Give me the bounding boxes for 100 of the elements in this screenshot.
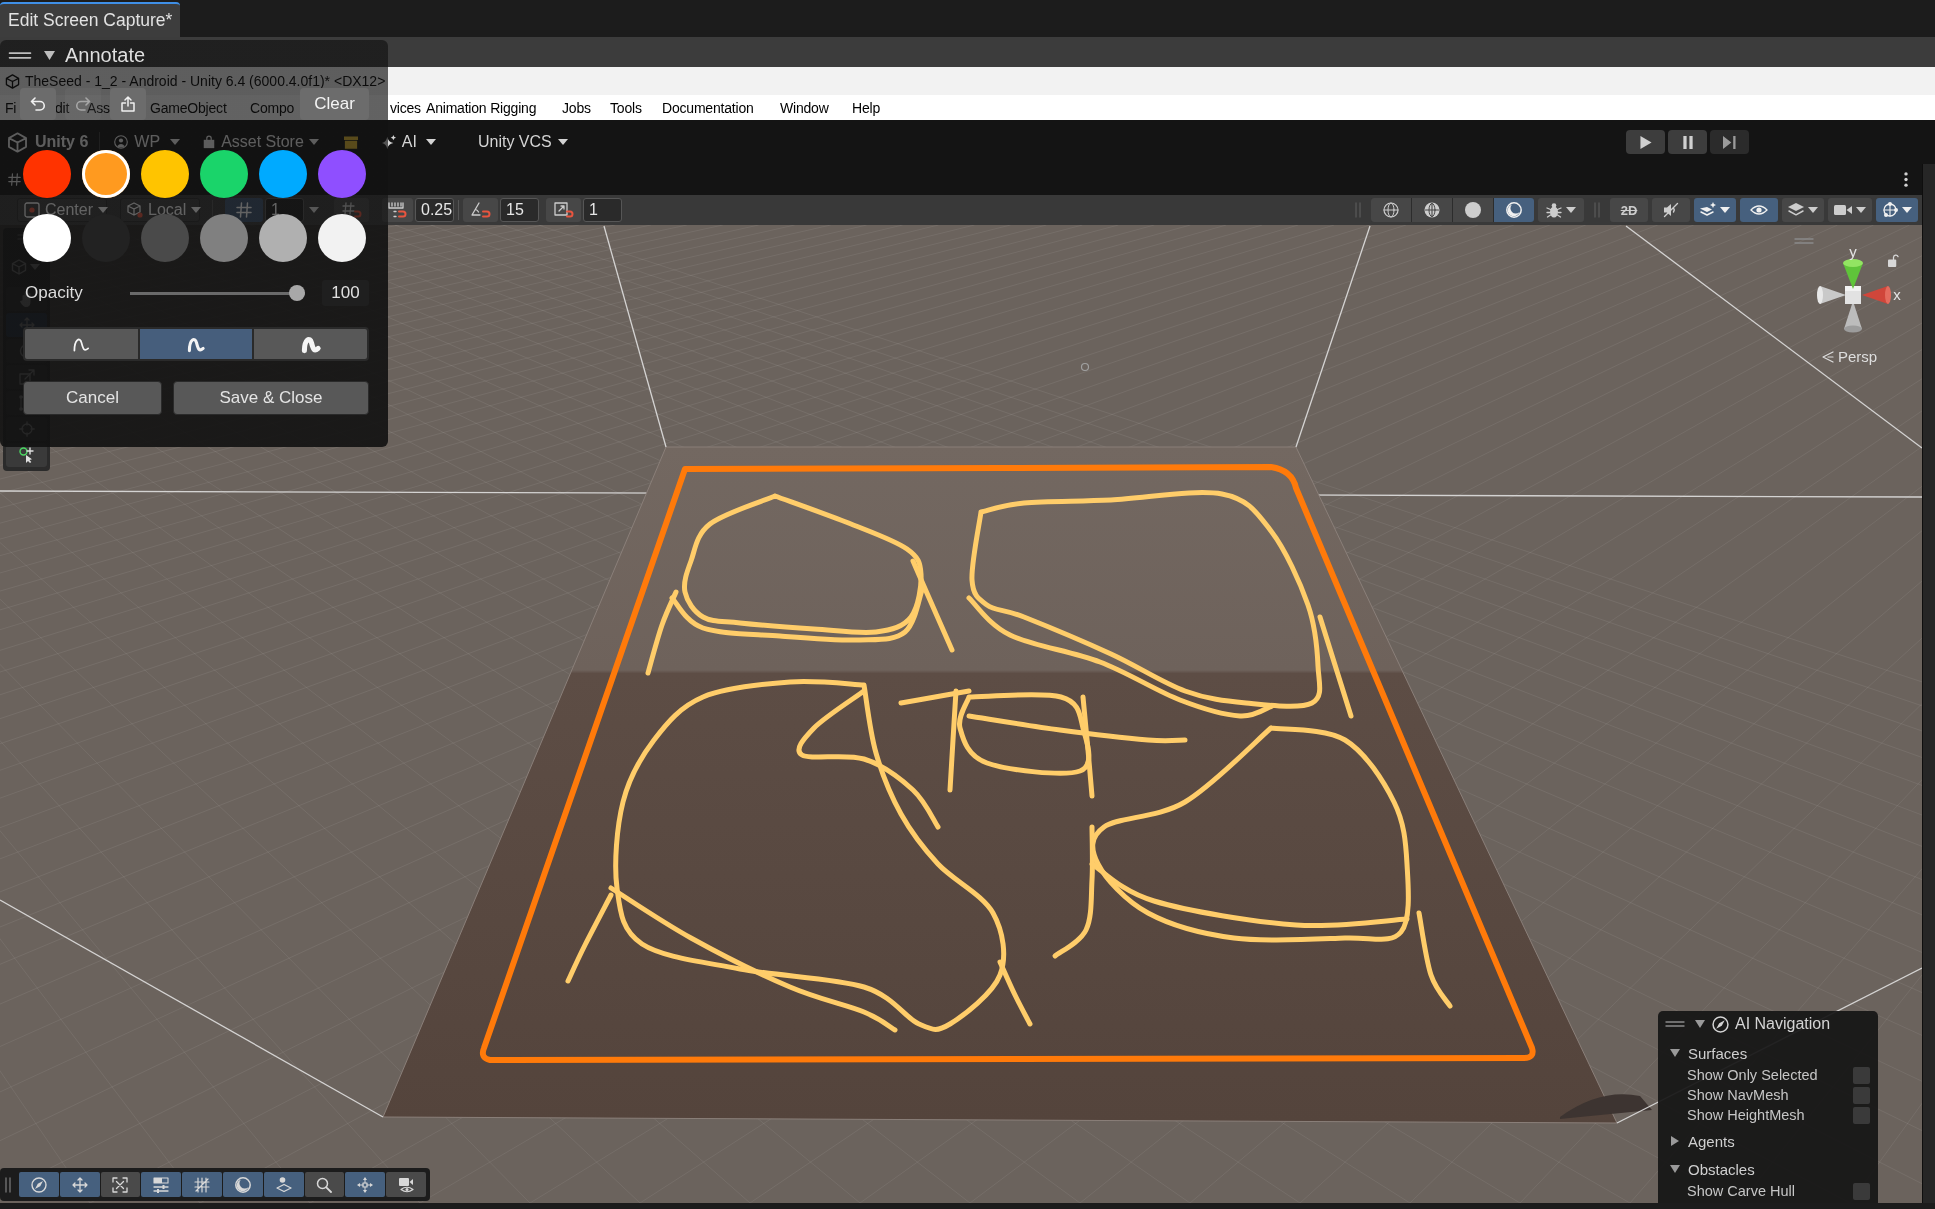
color-swatch-icon[interactable] [141, 150, 189, 198]
pause-button[interactable] [1668, 130, 1707, 154]
opacity-value-field[interactable]: 100 [322, 280, 369, 306]
search-icon [316, 1176, 333, 1193]
move-overlay-button[interactable] [59, 1172, 100, 1197]
mode-2d-toggle[interactable]: 2D [1610, 198, 1648, 222]
menu-item[interactable]: Jobs [562, 99, 591, 116]
export-button[interactable] [110, 88, 146, 120]
option-label: Show Carve Hull [1687, 1183, 1795, 1199]
option-label: Show Only Selected [1687, 1067, 1818, 1083]
color-swatch-icon[interactable] [200, 214, 248, 262]
move-snap-field[interactable]: 0.25 [415, 198, 454, 222]
expand-arrow-icon[interactable] [1671, 1136, 1679, 1146]
nodes-overlay-button[interactable] [345, 1172, 386, 1197]
color-swatch-icon[interactable] [200, 150, 248, 198]
bug-icon [1546, 202, 1562, 218]
checkbox[interactable] [1853, 1182, 1870, 1200]
camera-overlay-button[interactable] [386, 1172, 426, 1197]
more-options-icon[interactable] [1904, 172, 1908, 187]
projection-toggle[interactable]: Persp [1822, 348, 1878, 365]
color-swatch-icon[interactable] [259, 150, 307, 198]
menu-item[interactable]: Tools [610, 99, 642, 116]
drag-handle-icon[interactable] [1793, 238, 1815, 244]
menu-item[interactable]: Documentation [662, 99, 754, 116]
expand-arrow-icon[interactable] [1670, 1165, 1680, 1173]
shading-mode-button[interactable] [1371, 198, 1411, 222]
save-close-button[interactable]: Save & Close [173, 381, 369, 415]
color-swatch-icon[interactable] [141, 214, 189, 262]
section-title[interactable]: Obstacles [1688, 1160, 1755, 1178]
sliders-icon [153, 1176, 170, 1193]
shading-mode-button[interactable] [1453, 198, 1493, 222]
section-title[interactable]: Agents [1688, 1132, 1735, 1150]
xray-overlay-button[interactable] [100, 1172, 141, 1197]
drag-handle-icon[interactable] [1665, 1021, 1685, 1027]
camera-dropdown[interactable] [1828, 198, 1872, 222]
rotate-snap-button[interactable] [463, 198, 498, 222]
color-swatch-icon[interactable] [23, 150, 71, 198]
effects-dropdown[interactable] [1694, 198, 1736, 222]
search-overlay-button[interactable] [304, 1172, 345, 1197]
crescent-icon [1506, 202, 1522, 218]
ruler-magnet-icon [387, 202, 408, 218]
expand-arrow-icon[interactable] [44, 50, 55, 60]
menu-item[interactable]: vices [390, 99, 421, 116]
option-label: Show HeightMesh [1687, 1107, 1805, 1123]
menu-item[interactable]: Help [852, 99, 880, 116]
axis-label[interactable]: x [1893, 286, 1901, 303]
caret-icon [1808, 207, 1818, 213]
document-tab[interactable]: Edit Screen Capture* [0, 2, 181, 37]
menu-item[interactable]: Animation Rigging [426, 99, 537, 116]
section-title[interactable]: Surfaces [1688, 1044, 1748, 1062]
step-button[interactable] [1710, 130, 1749, 154]
settings-overlay-button[interactable] [141, 1172, 182, 1197]
navigation-overlay-button[interactable] [19, 1172, 59, 1197]
drag-handle-icon[interactable] [8, 51, 32, 59]
caret-icon [1566, 207, 1576, 213]
menu-item[interactable]: Window [780, 99, 829, 116]
undo-icon [30, 97, 46, 111]
shading-mode-button[interactable] [1494, 198, 1534, 222]
color-swatch-icon[interactable] [82, 214, 130, 262]
cancel-button[interactable]: Cancel [23, 381, 162, 415]
brush-size-button[interactable] [139, 329, 253, 359]
checkbox[interactable] [1853, 1066, 1870, 1084]
color-swatch-icon[interactable] [318, 214, 366, 262]
gizmos-dropdown[interactable] [1876, 198, 1918, 222]
clear-button[interactable]: Clear [300, 88, 369, 120]
checkbox[interactable] [1853, 1086, 1870, 1104]
padlock-icon[interactable] [1888, 254, 1899, 267]
brush-size-button[interactable] [254, 329, 367, 359]
visibility-toggle[interactable] [1740, 198, 1778, 222]
color-swatch-icon[interactable] [82, 150, 130, 198]
color-swatch-icon[interactable] [23, 214, 71, 262]
probe-overlay-button[interactable] [263, 1172, 304, 1197]
axis-label[interactable]: y [1849, 243, 1857, 260]
sparkle-layers-icon [1700, 202, 1716, 218]
pause-icon [1681, 135, 1694, 149]
vcs-dropdown[interactable]: Unity VCS [477, 129, 568, 155]
muted-speaker-icon [1663, 202, 1679, 218]
option-label: Show NavMesh [1687, 1087, 1789, 1103]
audio-toggle[interactable] [1652, 198, 1690, 222]
shading-mode-button[interactable] [1412, 198, 1452, 222]
slider-thumb[interactable] [289, 285, 305, 301]
layers-dropdown[interactable] [1782, 198, 1824, 222]
scale-snap-field[interactable]: 1 [583, 198, 622, 222]
angle-magnet-icon [470, 202, 491, 218]
terrain-plane[interactable] [382, 446, 1652, 1124]
compass-icon [1712, 1015, 1729, 1033]
grid-overlay-button[interactable] [182, 1172, 222, 1197]
color-swatch-icon[interactable] [318, 150, 366, 198]
play-button[interactable] [1626, 130, 1665, 154]
rotate-snap-field[interactable]: 15 [500, 198, 539, 222]
expand-arrow-icon[interactable] [1695, 1020, 1705, 1028]
drag-handle-icon[interactable] [5, 1175, 11, 1194]
orientation-gizmo[interactable] [1817, 259, 1891, 333]
color-swatch-icon[interactable] [259, 214, 307, 262]
checkbox[interactable] [1853, 1106, 1870, 1124]
undo-button[interactable] [20, 88, 56, 120]
scale-snap-button[interactable] [546, 198, 581, 222]
expand-arrow-icon[interactable] [1670, 1049, 1680, 1057]
lighting-overlay-button[interactable] [223, 1172, 263, 1197]
debug-dropdown[interactable] [1538, 198, 1584, 222]
